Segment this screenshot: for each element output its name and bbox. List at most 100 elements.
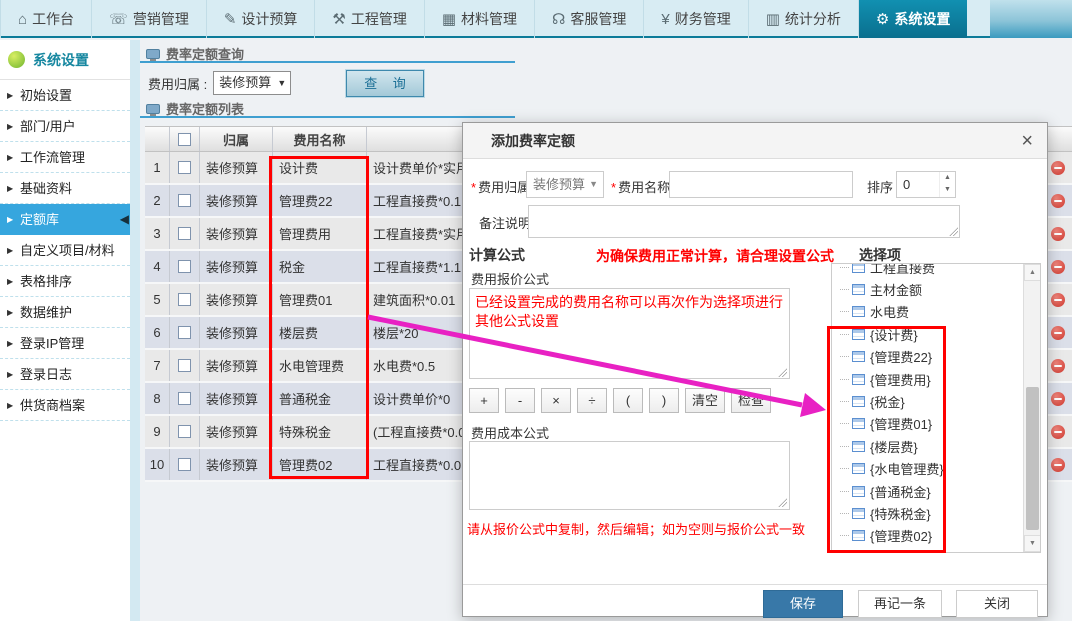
delete-icon[interactable] <box>1051 161 1065 175</box>
scroll-down-icon[interactable]: ▼ <box>1024 535 1041 552</box>
cost-formula-label: 费用成本公式 <box>471 423 549 442</box>
header-attribution: 归属 <box>200 127 273 151</box>
operator-button[interactable]: ) <box>649 388 679 413</box>
scrollbar[interactable]: ▲ ▼ <box>1023 264 1040 552</box>
close-button[interactable]: 关闭 <box>956 590 1038 618</box>
delete-icon[interactable] <box>1051 293 1065 307</box>
dialog-attribution-select[interactable]: 装修预算 ▼ <box>526 171 604 198</box>
operator-button[interactable]: - <box>505 388 535 413</box>
spinner-arrows[interactable]: ▲▼ <box>939 172 955 197</box>
sidebar-item[interactable]: ▶ 表格排序 ◀ <box>0 266 130 297</box>
nav-tab[interactable]: ▥ 统计分析 <box>748 0 858 38</box>
row-checkbox[interactable] <box>178 260 191 273</box>
delete-icon[interactable] <box>1051 194 1065 208</box>
sidebar-item[interactable]: ▶ 部门/用户 ◀ <box>0 111 130 142</box>
row-attribution: 装修预算 <box>200 185 273 216</box>
delete-icon[interactable] <box>1051 260 1065 274</box>
row-checkbox-cell <box>170 185 200 216</box>
triangle-bullet-icon: ▶ <box>7 173 13 204</box>
triangle-bullet-icon: ▶ <box>7 142 13 173</box>
row-checkbox[interactable] <box>178 293 191 306</box>
row-checkbox[interactable] <box>178 326 191 339</box>
query-button[interactable]: 查 询 <box>346 70 424 97</box>
triangle-bullet-icon: ▶ <box>7 390 13 421</box>
nav-tab[interactable]: ⚙ 系统设置 <box>858 0 967 38</box>
delete-icon[interactable] <box>1051 227 1065 241</box>
nav-tab[interactable]: ⚒ 工程管理 <box>314 0 423 38</box>
operator-button[interactable]: 检查 <box>731 388 771 413</box>
close-icon[interactable]: × <box>1021 131 1033 151</box>
nav-tab[interactable]: ✎ 设计预算 <box>206 0 315 38</box>
chart-icon: ▥ <box>766 10 780 28</box>
nav-tab[interactable]: ⌂ 工作台 <box>0 0 91 38</box>
row-checkbox[interactable] <box>178 359 191 372</box>
delete-icon[interactable] <box>1051 326 1065 340</box>
remark-textarea[interactable] <box>528 205 960 238</box>
main-nav: ⌂ 工作台 ☏ 营销管理 ✎ 设计预算 ⚒ 工程管理 ▦ 材料管理 <box>0 0 1072 38</box>
nav-tab-label: 系统设置 <box>894 9 950 29</box>
option-item-label: 主材金额 <box>870 280 922 299</box>
delete-icon[interactable] <box>1051 392 1065 406</box>
select-all-checkbox[interactable] <box>178 133 191 146</box>
nav-tab[interactable]: ▦ 材料管理 <box>424 0 534 38</box>
sidebar-item[interactable]: ▶ 登录IP管理 ◀ <box>0 328 130 359</box>
resize-grip-icon[interactable] <box>778 498 787 507</box>
attribution-select[interactable]: 装修预算 ▼ <box>213 71 291 95</box>
row-checkbox[interactable] <box>178 425 191 438</box>
sidebar-item[interactable]: ▶ 基础资料 ◀ <box>0 173 130 204</box>
row-checkbox[interactable] <box>178 227 191 240</box>
delete-icon[interactable] <box>1051 458 1065 472</box>
sidebar-item[interactable]: ▶ 工作流管理 ◀ <box>0 142 130 173</box>
row-index: 1 <box>145 152 170 183</box>
home-icon: ⌂ <box>18 11 27 28</box>
save-button[interactable]: 保存 <box>763 590 843 618</box>
row-checkbox-cell <box>170 350 200 381</box>
nav-tab[interactable]: ☏ 营销管理 <box>91 0 206 38</box>
nav-tab[interactable]: ¥ 财务管理 <box>643 0 747 38</box>
operator-button[interactable]: ( <box>613 388 643 413</box>
fee-name-input[interactable] <box>669 171 853 198</box>
delete-icon[interactable] <box>1051 359 1065 373</box>
option-item[interactable]: 工程直接费 <box>832 263 1023 278</box>
operator-button[interactable]: × <box>541 388 571 413</box>
app-window: ⌂ 工作台 ☏ 营销管理 ✎ 设计预算 ⚒ 工程管理 ▦ 材料管理 <box>0 0 1072 621</box>
sidebar-item-label: 登录IP管理 <box>20 336 84 351</box>
row-checkbox[interactable] <box>178 161 191 174</box>
sidebar-item[interactable]: ▶ 数据维护 ◀ <box>0 297 130 328</box>
resize-grip-icon[interactable] <box>778 368 787 377</box>
operator-button[interactable]: ÷ <box>577 388 607 413</box>
sidebar-item[interactable]: ▶ 供货商档案 ◀ <box>0 390 130 421</box>
operator-button[interactable]: 清空 <box>685 388 725 413</box>
triangle-bullet-icon: ▶ <box>7 204 13 235</box>
option-item[interactable]: 水电费 <box>832 301 1023 323</box>
nav-tab-label: 设计预算 <box>241 9 297 29</box>
option-item[interactable]: 主材金额 <box>832 278 1023 300</box>
sort-number-input[interactable]: 0 ▲▼ <box>896 171 956 198</box>
headset-icon: ☊ <box>552 10 565 28</box>
row-checkbox[interactable] <box>178 458 191 471</box>
grid-icon: ▦ <box>442 10 456 28</box>
monitor-icon <box>146 104 160 114</box>
resize-grip-icon[interactable] <box>949 227 958 236</box>
nav-tab[interactable]: ☊ 客服管理 <box>534 0 643 38</box>
sidebar-item[interactable]: ▶ 自定义项目/材料 ◀ <box>0 235 130 266</box>
scroll-up-icon[interactable]: ▲ <box>1024 264 1041 281</box>
sidebar-item[interactable]: ▶ 初始设置 ◀ <box>0 80 130 111</box>
nav-tab-label: 财务管理 <box>675 9 731 29</box>
scrollbar-thumb[interactable] <box>1026 387 1039 530</box>
yen-icon: ¥ <box>661 11 669 28</box>
row-attribution: 装修预算 <box>200 449 273 480</box>
table-icon <box>852 263 865 273</box>
add-another-button[interactable]: 再记一条 <box>858 590 942 618</box>
row-index: 6 <box>145 317 170 348</box>
delete-icon[interactable] <box>1051 425 1065 439</box>
cost-formula-textarea[interactable] <box>469 441 790 510</box>
row-checkbox[interactable] <box>178 194 191 207</box>
sidebar-item-label: 部门/用户 <box>20 119 76 134</box>
sidebar-item[interactable]: ▶ 定额库 ◀ <box>0 204 130 235</box>
row-checkbox[interactable] <box>178 392 191 405</box>
operator-button[interactable]: + <box>469 388 499 413</box>
sidebar-item-label: 定额库 <box>20 212 59 227</box>
sidebar-item-label: 自定义项目/材料 <box>20 243 115 258</box>
sidebar-item[interactable]: ▶ 登录日志 ◀ <box>0 359 130 390</box>
